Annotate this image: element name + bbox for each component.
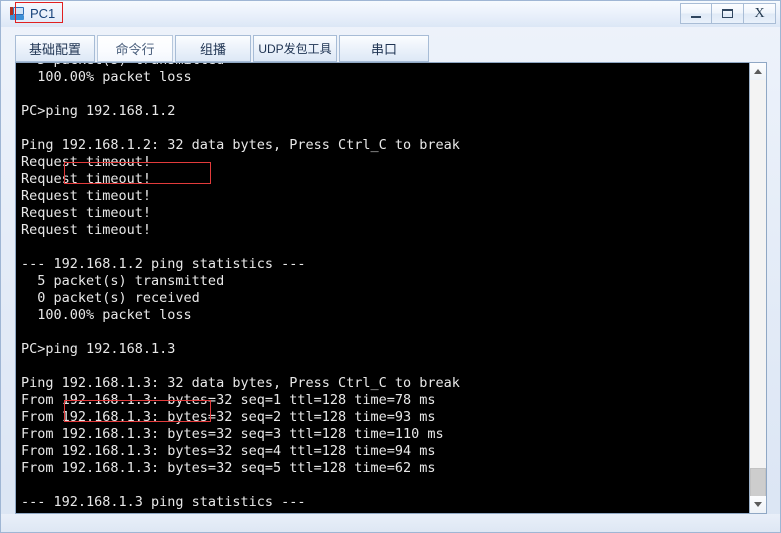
tab-udp-tool[interactable]: UDP发包工具 [253, 35, 337, 62]
maximize-icon [722, 9, 733, 18]
close-icon: X [754, 5, 765, 21]
window-controls: X [680, 3, 776, 24]
terminal-scrollbar[interactable] [749, 63, 766, 513]
terminal-line: --- 192.168.1.2 ping statistics --- [21, 256, 306, 272]
terminal-line: 0 packet(s) received [21, 290, 200, 306]
tab-multicast[interactable]: 组播 [175, 35, 251, 62]
terminal-line: Request timeout! [21, 171, 152, 187]
minimize-icon [691, 15, 701, 18]
terminal-line: 100.00% packet loss [21, 69, 192, 85]
window-title-group: PC1 [8, 3, 59, 24]
terminal-line: PC>ping 192.168.1.3 [21, 341, 176, 357]
tab-label: 组播 [199, 42, 226, 57]
terminal-line: Request timeout! [21, 188, 152, 204]
tab-label: 基础配置 [28, 42, 81, 57]
terminal-line: 5 packet(s) transmitted [21, 511, 460, 513]
title-bar: PC1 X [1, 1, 780, 27]
terminal-line: From 192.168.1.3: bytes=32 seq=1 ttl=128… [21, 392, 436, 408]
tab-serial-port[interactable]: 串口 [339, 35, 429, 62]
terminal-line: --- 192.168.1.3 ping statistics --- [21, 494, 306, 510]
scrollbar-track[interactable] [750, 80, 766, 513]
maximize-button[interactable] [712, 3, 744, 24]
tab-label: 串口 [370, 42, 397, 57]
tab-bar: 基础配置 命令行 组播 UDP发包工具 串口 [15, 35, 431, 63]
terminal-line: From 192.168.1.3: bytes=32 seq=3 ttl=128… [21, 426, 444, 442]
chevron-up-icon [754, 69, 762, 74]
terminal-line: Ping 192.168.1.2: 32 data bytes, Press C… [21, 137, 460, 153]
terminal-text: 5 packet(s) transmitted 100.00% packet l… [21, 63, 460, 513]
terminal-line: Request timeout! [21, 154, 152, 170]
terminal-line: Ping 192.168.1.3: 32 data bytes, Press C… [21, 375, 460, 391]
window-bottom-strip [1, 514, 780, 532]
chevron-down-icon [754, 502, 762, 507]
tab-command-line[interactable]: 命令行 [97, 35, 173, 62]
tab-label: 命令行 [115, 42, 155, 57]
terminal-line: PC>ping 192.168.1.2 [21, 103, 176, 119]
scrollbar-up-button[interactable] [750, 63, 766, 80]
terminal-output[interactable]: 5 packet(s) transmitted 100.00% packet l… [16, 63, 749, 513]
tab-label: UDP发包工具 [258, 42, 332, 56]
terminal-line: Request timeout! [21, 205, 152, 221]
terminal-line: From 192.168.1.3: bytes=32 seq=5 ttl=128… [21, 460, 436, 476]
scrollbar-down-button[interactable] [750, 496, 766, 513]
terminal-line: 100.00% packet loss [21, 307, 192, 323]
pc1-window: PC1 X 基础配置 命令行 组播 UDP发包工具 串口 100.00% pac… [0, 0, 781, 533]
command-line-panel: 5 packet(s) transmitted 100.00% packet l… [15, 62, 767, 514]
terminal-line: From 192.168.1.3: bytes=32 seq=4 ttl=128… [21, 443, 436, 459]
window-title: PC1 [30, 5, 56, 21]
terminal-line: From 192.168.1.3: bytes=32 seq=2 ttl=128… [21, 409, 436, 425]
terminal-line: 5 packet(s) transmitted [21, 273, 225, 289]
close-button[interactable]: X [744, 3, 776, 24]
pc-device-icon [10, 6, 26, 21]
tab-basic-config[interactable]: 基础配置 [15, 35, 95, 62]
terminal-line: Request timeout! [21, 222, 152, 238]
minimize-button[interactable] [680, 3, 712, 24]
